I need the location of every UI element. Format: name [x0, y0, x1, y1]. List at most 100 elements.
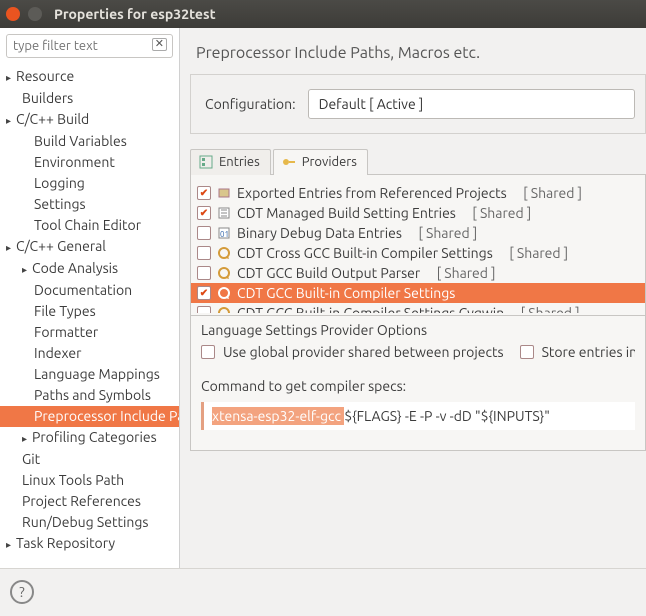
tree-item[interactable]: Linux Tools Path [0, 470, 179, 491]
tree-item[interactable]: Documentation [0, 280, 179, 301]
provider-row[interactable]: Exported Entries from Referenced Project… [191, 183, 645, 203]
tree-item[interactable]: Builders [0, 88, 179, 109]
provider-shared-badge: [ Shared ] [466, 205, 531, 221]
tree-item[interactable]: Run/Debug Settings [0, 512, 179, 533]
tree-item[interactable]: Indexer [0, 343, 179, 364]
store-entries-checkbox[interactable] [520, 345, 534, 359]
providers-list[interactable]: Exported Entries from Referenced Project… [191, 183, 645, 313]
tree-item[interactable]: ▸Profiling Categories [0, 427, 179, 449]
tree-item-label: Task Repository [16, 535, 115, 551]
tree-item[interactable]: ▸C/C++ Build [0, 109, 179, 131]
provider-icon: 01 [217, 226, 231, 240]
category-tree[interactable]: ▸ResourceBuilders▸C/C++ BuildBuild Varia… [0, 64, 179, 568]
tree-item-label: Resource [16, 68, 74, 84]
tree-item[interactable]: Settings [0, 194, 179, 215]
expand-arrow-icon: ▸ [6, 534, 14, 555]
provider-checkbox[interactable] [197, 226, 211, 240]
tree-item-label: Git [22, 451, 40, 467]
tree-item-label: Code Analysis [32, 260, 118, 276]
tree-item[interactable]: Formatter [0, 322, 179, 343]
page-title: Preprocessor Include Paths, Macros etc. [180, 28, 646, 74]
tree-item[interactable]: Project References [0, 491, 179, 512]
clear-filter-icon[interactable]: ✕ [152, 38, 167, 51]
provider-shared-badge: [ Shared ] [517, 185, 582, 201]
provider-row[interactable]: CDT GCC Build Output Parser [ Shared ] [191, 263, 645, 283]
tree-item-label: Builders [22, 90, 73, 106]
tab-entries-label: Entries [219, 155, 260, 169]
command-input[interactable]: xtensa-esp32-elf-gcc ${FLAGS} -E -P -v -… [201, 402, 635, 430]
close-icon[interactable] [6, 7, 20, 21]
tree-item-label: Documentation [34, 282, 132, 298]
provider-row[interactable]: CDT Cross GCC Built-in Compiler Settings… [191, 243, 645, 263]
filter-input[interactable] [6, 34, 173, 58]
provider-label: CDT Cross GCC Built-in Compiler Settings [237, 245, 493, 261]
tree-item-label: Preprocessor Include Paths, Macros etc. [34, 408, 179, 424]
provider-shared-badge: [ Shared ] [430, 265, 495, 281]
provider-checkbox[interactable] [197, 246, 211, 260]
command-rest: ${FLAGS} -E -P -v -dD "${INPUTS}" [344, 408, 550, 424]
tree-item[interactable]: ▸Resource [0, 66, 179, 88]
minimize-icon[interactable] [28, 7, 42, 21]
provider-row[interactable]: CDT Managed Build Setting Entries [ Shar… [191, 203, 645, 223]
tree-item-label: File Types [34, 303, 96, 319]
provider-icon [217, 286, 231, 300]
tree-item-label: Paths and Symbols [34, 387, 151, 403]
tree-item-label: Build Variables [34, 133, 127, 149]
tree-item[interactable]: Language Mappings [0, 364, 179, 385]
tree-item-label: Linux Tools Path [22, 472, 124, 488]
provider-options-title: Language Settings Provider Options [201, 322, 635, 338]
expand-arrow-icon: ▸ [6, 110, 14, 131]
tab-entries[interactable]: Entries [190, 149, 271, 175]
sidebar: ✕ ▸ResourceBuilders▸C/C++ BuildBuild Var… [0, 28, 180, 568]
providers-icon [282, 155, 296, 169]
provider-shared-badge: [ Shared ] [514, 305, 579, 313]
configuration-label: Configuration: [205, 96, 296, 112]
tree-item[interactable]: Git [0, 449, 179, 470]
window-title: Properties for esp32test [54, 6, 216, 22]
provider-checkbox[interactable] [197, 286, 211, 300]
tree-item-label: Settings [34, 196, 86, 212]
global-provider-checkbox[interactable] [201, 345, 215, 359]
tree-item-label: Logging [34, 175, 85, 191]
provider-label: Exported Entries from Referenced Project… [237, 185, 507, 201]
provider-row[interactable]: CDT GCC Built-in Compiler Settings Cygwi… [191, 303, 645, 313]
provider-checkbox[interactable] [197, 206, 211, 220]
provider-shared-badge: [ Shared ] [503, 245, 568, 261]
provider-row[interactable]: 01Binary Debug Data Entries [ Shared ] [191, 223, 645, 243]
providers-panel: Exported Entries from Referenced Project… [190, 175, 646, 451]
tree-item[interactable]: Logging [0, 173, 179, 194]
tree-item-label: Profiling Categories [32, 429, 157, 445]
help-icon[interactable]: ? [10, 580, 34, 604]
tab-providers[interactable]: Providers [273, 149, 368, 175]
tab-providers-label: Providers [302, 155, 357, 169]
provider-checkbox[interactable] [197, 306, 211, 313]
store-entries-label: Store entries in project settings folder… [542, 344, 635, 360]
entries-icon [199, 155, 213, 169]
provider-label: CDT GCC Built-in Compiler Settings [237, 285, 455, 301]
tree-item[interactable]: ▸Code Analysis [0, 258, 179, 280]
expand-arrow-icon: ▸ [6, 237, 14, 258]
command-label: Command to get compiler specs: [201, 378, 635, 394]
tree-item[interactable]: File Types [0, 301, 179, 322]
provider-icon [217, 266, 231, 280]
tree-item[interactable]: ▸Task Repository [0, 533, 179, 555]
provider-shared-badge: [ Shared ] [412, 225, 477, 241]
tree-item[interactable]: Paths and Symbols [0, 385, 179, 406]
provider-row[interactable]: CDT GCC Built-in Compiler Settings [191, 283, 645, 303]
tree-item-label: Language Mappings [34, 366, 160, 382]
expand-arrow-icon: ▸ [22, 428, 30, 449]
provider-label: CDT GCC Build Output Parser [237, 265, 420, 281]
tree-item[interactable]: Tool Chain Editor [0, 215, 179, 236]
tree-item-label: C/C++ Build [16, 111, 89, 127]
footer-bar: ? [0, 568, 646, 614]
tree-item[interactable]: ▸C/C++ General [0, 236, 179, 258]
tree-item-label: C/C++ General [16, 238, 106, 254]
configuration-select[interactable]: Default [ Active ] [308, 89, 635, 119]
window-titlebar: Properties for esp32test [0, 0, 646, 28]
tree-item[interactable]: Environment [0, 152, 179, 173]
provider-checkbox[interactable] [197, 186, 211, 200]
provider-icon [217, 186, 231, 200]
provider-checkbox[interactable] [197, 266, 211, 280]
tree-item[interactable]: Build Variables [0, 131, 179, 152]
tree-item[interactable]: Preprocessor Include Paths, Macros etc. [0, 406, 179, 427]
